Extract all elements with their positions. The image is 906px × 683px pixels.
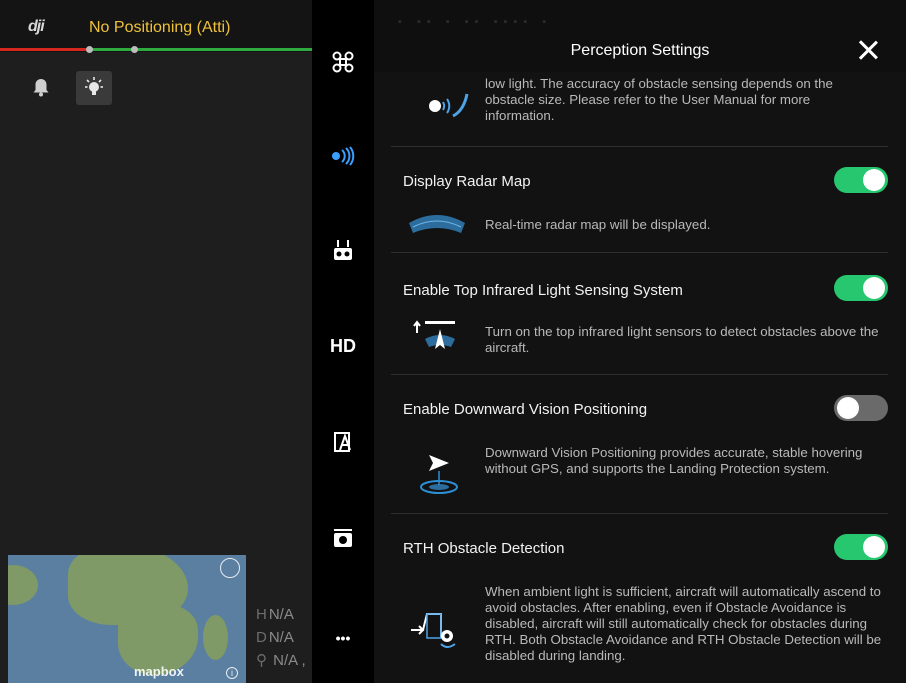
close-icon[interactable]	[856, 38, 880, 62]
panel-title: Perception Settings	[570, 42, 710, 59]
auxiliary-light-button[interactable]	[76, 71, 112, 105]
mini-map[interactable]: mapbox i	[8, 555, 246, 683]
setting-display-radar-map: Display Radar Map Real-time radar map wi…	[391, 147, 888, 247]
setting-title: Display Radar Map	[403, 173, 531, 190]
top-infrared-illustration	[413, 320, 455, 349]
setting-top-infrared-sensing: Enable Top Infrared Light Sensing System…	[391, 253, 888, 373]
background-status-bar: ▪ ▪▪ ▪ ▪▪ ▪▪▪▪ ▪	[398, 16, 553, 28]
settings-side-nav: HD •••	[312, 0, 374, 683]
panel-header: ▪ ▪▪ ▪ ▪▪ ▪▪▪▪ ▪ Perception Settings	[374, 0, 906, 72]
height-readout: H N/A	[256, 606, 294, 623]
flight-mode-status[interactable]: No Positioning (Atti)	[89, 19, 230, 37]
app-root: dji No Positioning (Atti) mapbox i H N/A…	[0, 0, 906, 683]
location-pin-icon: ⚲	[256, 652, 272, 669]
status-indicator-line	[0, 46, 312, 53]
battery-icon[interactable]	[312, 422, 374, 462]
setting-rth-obstacle-detection: RTH Obstacle Detection When ambient ligh…	[391, 514, 888, 683]
top-infrared-toggle[interactable]	[834, 275, 888, 301]
locate-icon[interactable]	[220, 558, 240, 578]
setting-downward-vision: Enable Downward Vision Positioning Downw…	[391, 375, 888, 512]
aircraft-settings-icon[interactable]	[312, 42, 374, 82]
setting-description: Turn on the top infrared light sensors t…	[485, 324, 879, 355]
setting-description: Real-time radar map will be displayed.	[485, 217, 711, 232]
status-dot	[131, 46, 138, 53]
obstacle-sensing-illustration	[429, 93, 469, 118]
top-status-bar: dji No Positioning (Atti)	[0, 0, 312, 53]
info-icon[interactable]: i	[226, 667, 238, 679]
downward-vision-illustration	[420, 455, 458, 494]
dji-logo: dji	[28, 18, 45, 35]
perception-icon[interactable]	[312, 136, 374, 176]
mapbox-logo: mapbox	[134, 664, 184, 679]
telemetry-panel: H N/A D N/A ⚲ N/A ,	[256, 603, 306, 672]
setting-description: Downward Vision Positioning provides acc…	[485, 445, 863, 476]
bell-icon[interactable]	[30, 76, 52, 98]
setting-title: Enable Top Infrared Light Sensing System	[403, 282, 683, 299]
setting-title: RTH Obstacle Detection	[403, 540, 565, 557]
status-dot	[86, 46, 93, 53]
map-landmass	[8, 565, 38, 605]
rth-obstacle-illustration	[411, 613, 456, 648]
distance-readout: D N/A	[256, 629, 294, 646]
location-readout: ⚲ N/A ,	[256, 652, 306, 669]
map-landmass	[203, 615, 228, 660]
rth-obstacle-toggle[interactable]	[834, 534, 888, 560]
hd-transmission-icon[interactable]: HD	[312, 326, 374, 366]
radar-map-toggle[interactable]	[834, 167, 888, 193]
camera-icon[interactable]	[312, 518, 374, 558]
setting-title: Enable Downward Vision Positioning	[403, 401, 648, 418]
downward-vision-toggle[interactable]	[834, 395, 888, 421]
setting-description: When ambient light is sufficient, aircra…	[485, 584, 882, 663]
radar-map-illustration	[409, 215, 465, 233]
lightbulb-icon	[85, 77, 103, 95]
remote-controller-icon[interactable]	[312, 230, 374, 270]
intro-description: low light. The accuracy of obstacle sens…	[485, 76, 833, 123]
perception-settings-panel: ▪ ▪▪ ▪ ▪▪ ▪▪▪▪ ▪ Perception Settings low…	[374, 0, 906, 683]
more-icon[interactable]: •••	[312, 618, 374, 658]
